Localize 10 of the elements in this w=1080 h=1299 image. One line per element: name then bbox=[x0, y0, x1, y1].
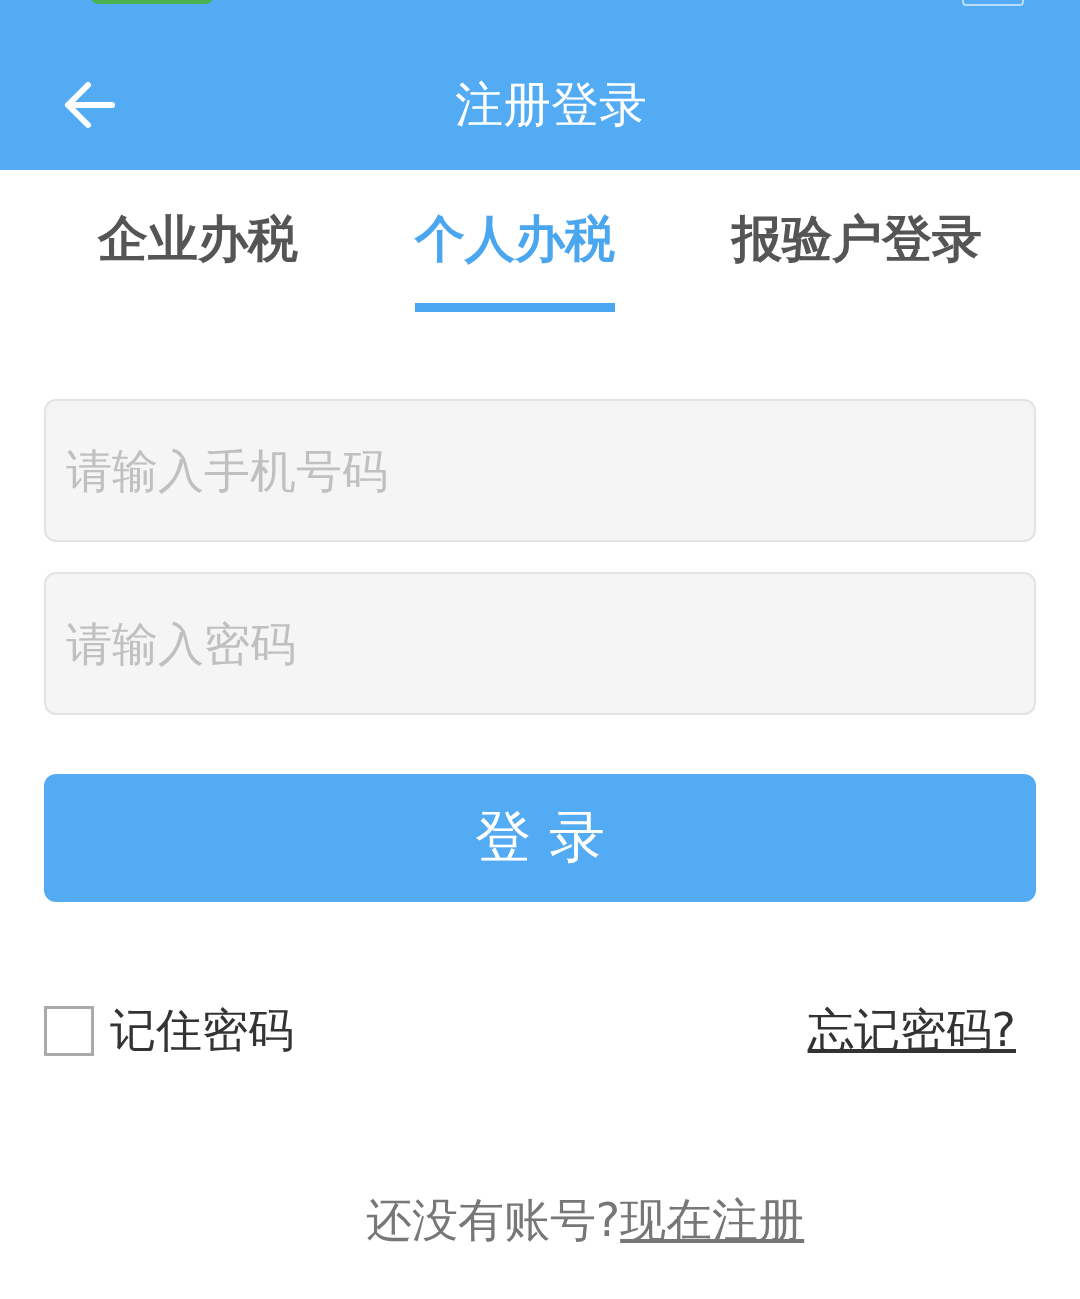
register-link[interactable]: 现在注册 bbox=[620, 1190, 805, 1252]
no-account-text: 还没有账号? bbox=[365, 1192, 621, 1249]
tab[interactable]: 报验户登录 bbox=[731, 198, 982, 312]
remember-checkbox[interactable] bbox=[44, 1006, 94, 1056]
back-button[interactable] bbox=[62, 80, 116, 130]
page-title: 注册登录 bbox=[454, 75, 648, 134]
tab[interactable]: 企业办税 bbox=[98, 198, 299, 312]
forgot-password-link[interactable]: 忘记密码? bbox=[807, 1000, 1016, 1062]
remember-label: 记住密码 bbox=[110, 1002, 294, 1059]
back-arrow-icon bbox=[62, 80, 116, 130]
